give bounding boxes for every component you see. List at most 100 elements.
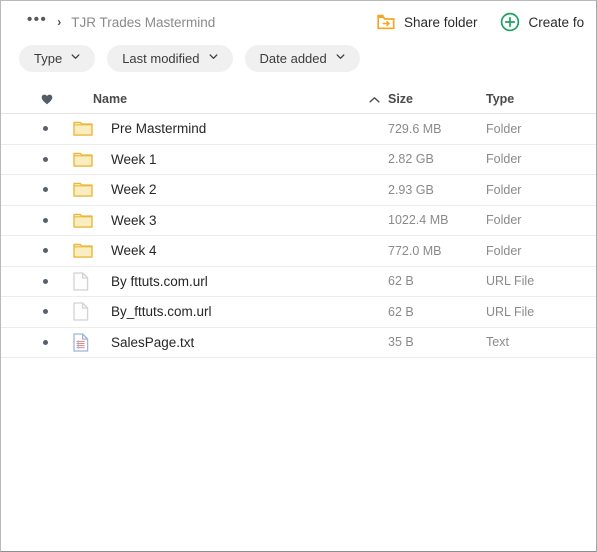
row-favorite-toggle[interactable] <box>27 248 73 254</box>
file-type-label: Folder <box>486 182 522 197</box>
row-name-cell: Week 3 <box>73 212 360 229</box>
breadcrumb-current-folder[interactable]: TJR Trades Mastermind <box>71 15 215 30</box>
toolbar-actions: Share folder Create fo <box>377 1 584 43</box>
row-name-cell: Pre Mastermind <box>73 120 360 137</box>
file-size-label: 2.93 GB <box>388 182 434 197</box>
folder-icon <box>73 151 99 168</box>
favorite-heart-icon[interactable] <box>41 94 53 105</box>
filter-last-modified-label: Last modified <box>122 50 200 66</box>
file-type-label: URL File <box>486 274 535 289</box>
row-favorite-toggle[interactable] <box>27 278 73 284</box>
row-size-cell: 729.6 MB <box>388 120 486 138</box>
filter-date-added-dropdown[interactable]: Date added <box>244 44 360 72</box>
table-row[interactable]: Week 1 2.82 GB Folder <box>1 145 596 175</box>
breadcrumb-separator-icon: › <box>57 15 62 29</box>
chevron-down-icon <box>209 52 218 61</box>
row-status-dot <box>43 126 48 132</box>
plus-circle-icon <box>500 12 520 32</box>
file-name-label[interactable]: By_fttuts.com.url <box>99 304 212 319</box>
file-name-label[interactable]: Week 4 <box>99 243 157 258</box>
row-name-cell: By fttuts.com.url <box>73 272 360 291</box>
create-folder-button[interactable]: Create fo <box>500 12 585 32</box>
file-browser-window: ••• › TJR Trades Mastermind Share folder <box>0 0 597 552</box>
breadcrumb: ••• › TJR Trades Mastermind <box>27 12 215 30</box>
row-size-cell: 62 B <box>388 303 486 321</box>
table-row[interactable]: Pre Mastermind 729.6 MB Folder <box>1 114 596 145</box>
file-name-label[interactable]: By fttuts.com.url <box>99 274 208 289</box>
column-header-name[interactable]: Name <box>73 92 360 106</box>
share-folder-icon <box>377 14 395 30</box>
top-toolbar: ••• › TJR Trades Mastermind Share folder <box>1 1 596 43</box>
table-row[interactable]: By fttuts.com.url 62 B URL File <box>1 267 596 297</box>
file-name-label[interactable]: Pre Mastermind <box>99 121 206 136</box>
file-size-label: 62 B <box>388 304 414 319</box>
column-header-type[interactable]: Type <box>486 90 596 108</box>
row-size-cell: 62 B <box>388 272 486 290</box>
row-status-dot <box>43 187 48 193</box>
row-favorite-toggle[interactable] <box>27 187 73 193</box>
file-size-label: 1022.4 MB <box>388 213 449 228</box>
file-type-label: URL File <box>486 304 535 319</box>
table-row[interactable]: Week 2 2.93 GB Folder <box>1 175 596 206</box>
column-header-size-label: Size <box>388 92 414 106</box>
row-type-cell: Folder <box>486 242 596 260</box>
row-name-cell: Week 1 <box>73 151 360 168</box>
column-header-name-label: Name <box>93 92 128 106</box>
table-row[interactable]: By_fttuts.com.url 62 B URL File <box>1 297 596 328</box>
file-name-label[interactable]: Week 3 <box>99 213 157 228</box>
file-size-label: 35 B <box>388 335 414 350</box>
file-list-header: Name Size Type <box>1 85 596 114</box>
file-name-label[interactable]: Week 1 <box>99 152 157 167</box>
row-type-cell: Folder <box>486 150 596 168</box>
chevron-down-icon <box>336 52 345 61</box>
filter-bar: Type Last modified Date added <box>1 43 596 73</box>
row-type-cell: Folder <box>486 120 596 138</box>
create-folder-label: Create fo <box>528 14 585 30</box>
column-header-favorite[interactable] <box>27 94 73 105</box>
file-size-label: 62 B <box>388 274 414 289</box>
file-type-label: Folder <box>486 213 522 228</box>
file-size-label: 2.82 GB <box>388 152 434 167</box>
breadcrumb-overflow-button[interactable]: ••• <box>27 12 47 30</box>
file-size-label: 729.6 MB <box>388 121 442 136</box>
table-row[interactable]: SalesPage.txt 35 B Text <box>1 328 596 358</box>
row-size-cell: 2.93 GB <box>388 181 486 199</box>
blank-document-icon <box>73 272 99 291</box>
row-type-cell: URL File <box>486 272 596 290</box>
row-name-cell: Week 4 <box>73 242 360 259</box>
text-document-icon <box>73 333 99 352</box>
filter-type-dropdown[interactable]: Type <box>19 44 96 72</box>
row-type-cell: Folder <box>486 181 596 199</box>
file-size-label: 772.0 MB <box>388 243 442 258</box>
file-type-label: Folder <box>486 152 522 167</box>
row-favorite-toggle[interactable] <box>27 156 73 162</box>
column-sort-indicator[interactable] <box>360 96 388 103</box>
file-type-label: Folder <box>486 121 522 136</box>
row-favorite-toggle[interactable] <box>27 309 73 315</box>
table-row[interactable]: Week 4 772.0 MB Folder <box>1 236 596 267</box>
file-type-label: Text <box>486 335 509 350</box>
file-name-label[interactable]: SalesPage.txt <box>99 335 194 350</box>
filter-type-label: Type <box>34 50 63 66</box>
row-size-cell: 35 B <box>388 333 486 351</box>
file-type-label: Folder <box>486 243 522 258</box>
row-size-cell: 2.82 GB <box>388 150 486 168</box>
filter-last-modified-dropdown[interactable]: Last modified <box>107 44 233 72</box>
row-favorite-toggle[interactable] <box>27 126 73 132</box>
column-header-size[interactable]: Size <box>388 90 486 108</box>
table-row[interactable]: Week 3 1022.4 MB Folder <box>1 206 596 236</box>
share-folder-label: Share folder <box>404 14 478 30</box>
row-size-cell: 1022.4 MB <box>388 211 486 229</box>
file-name-label[interactable]: Week 2 <box>99 182 157 197</box>
row-status-dot <box>43 217 48 223</box>
share-folder-button[interactable]: Share folder <box>377 14 478 30</box>
row-favorite-toggle[interactable] <box>27 217 73 223</box>
row-favorite-toggle[interactable] <box>27 339 73 345</box>
folder-icon <box>73 181 99 198</box>
folder-icon <box>73 120 99 137</box>
row-type-cell: URL File <box>486 303 596 321</box>
row-name-cell: SalesPage.txt <box>73 333 360 352</box>
row-status-dot <box>43 339 48 345</box>
caret-up-icon[interactable] <box>369 96 380 103</box>
row-status-dot <box>43 248 48 254</box>
